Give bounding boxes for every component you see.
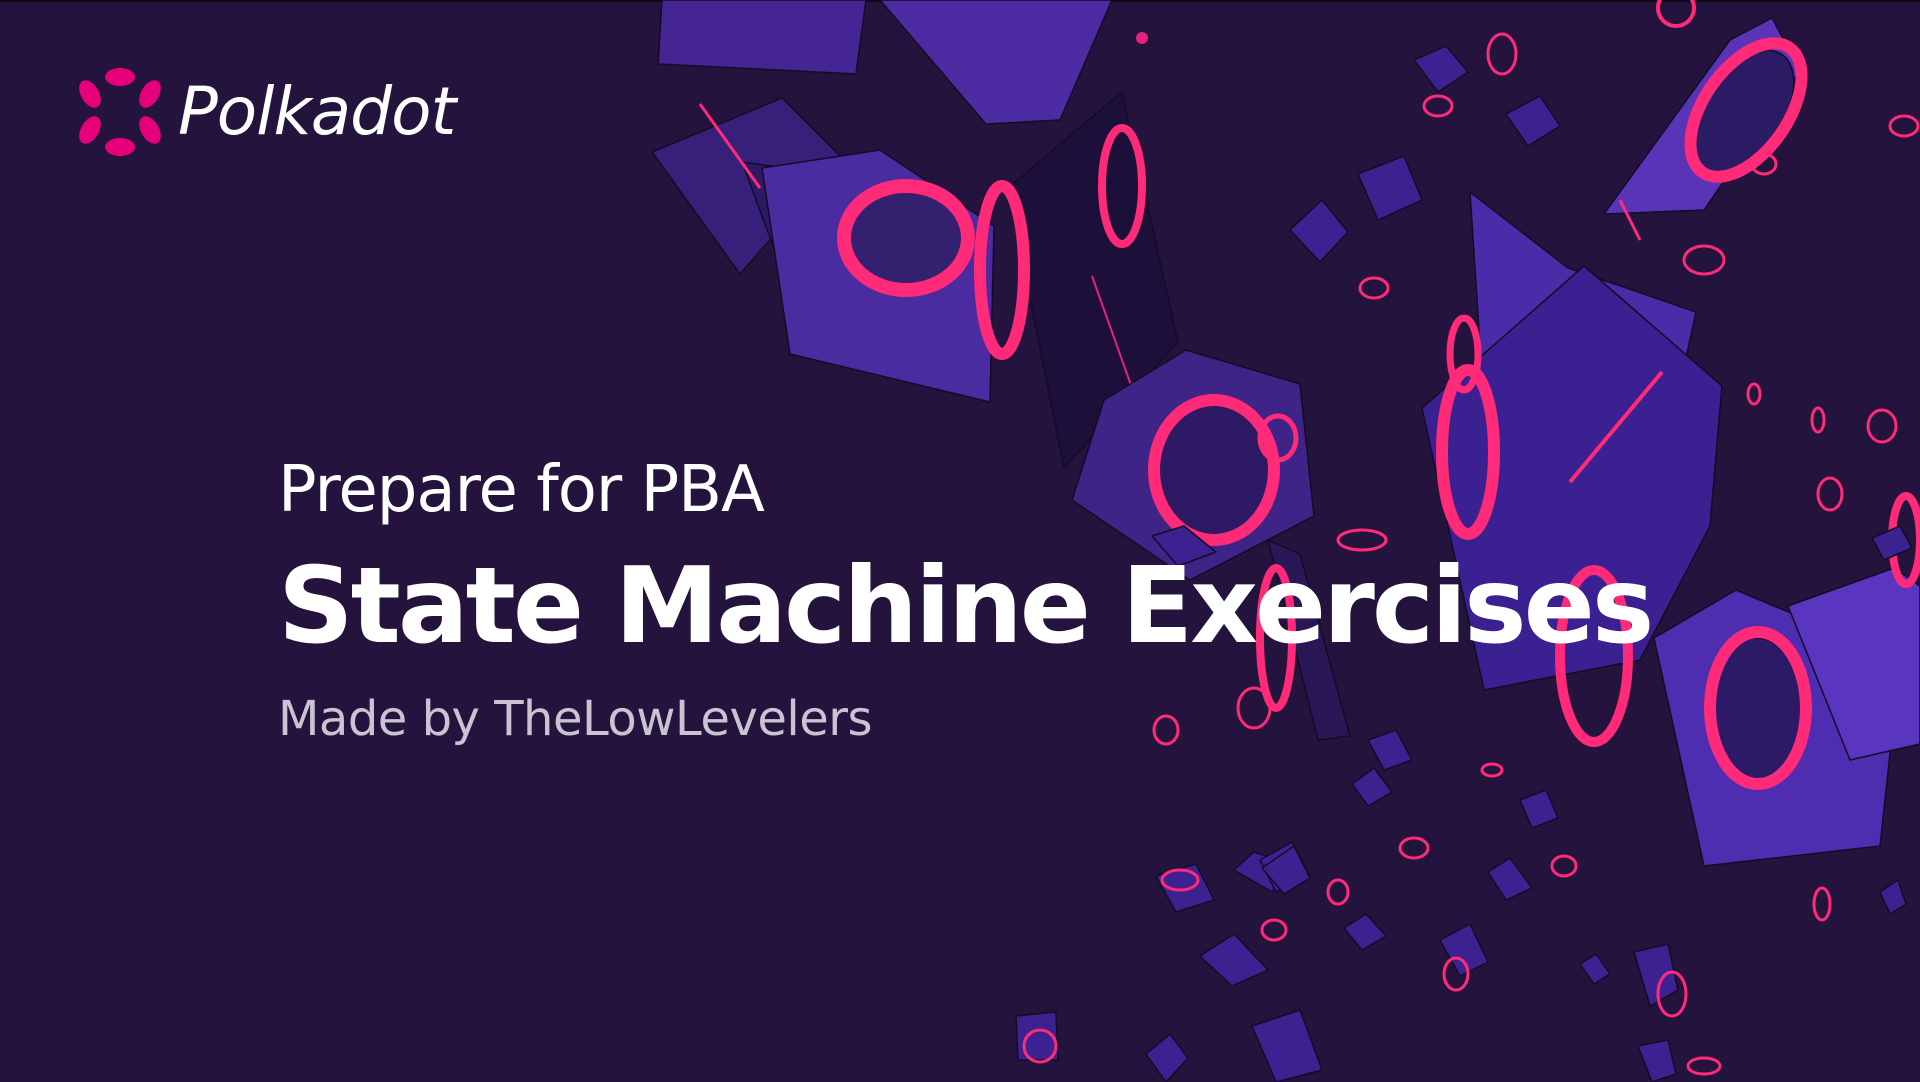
author-byline: Made by TheLowLevelers <box>278 691 873 747</box>
polkadot-dots-icon <box>79 68 161 156</box>
title-block: Prepare for PBA State Machine Exercises … <box>278 453 1654 747</box>
slide-subtitle: Prepare for PBA <box>278 453 765 527</box>
brand-name: Polkadot <box>178 73 456 150</box>
slide-title: State Machine Exercises <box>278 545 1654 667</box>
polkadot-logo: Polkadot <box>78 68 456 156</box>
